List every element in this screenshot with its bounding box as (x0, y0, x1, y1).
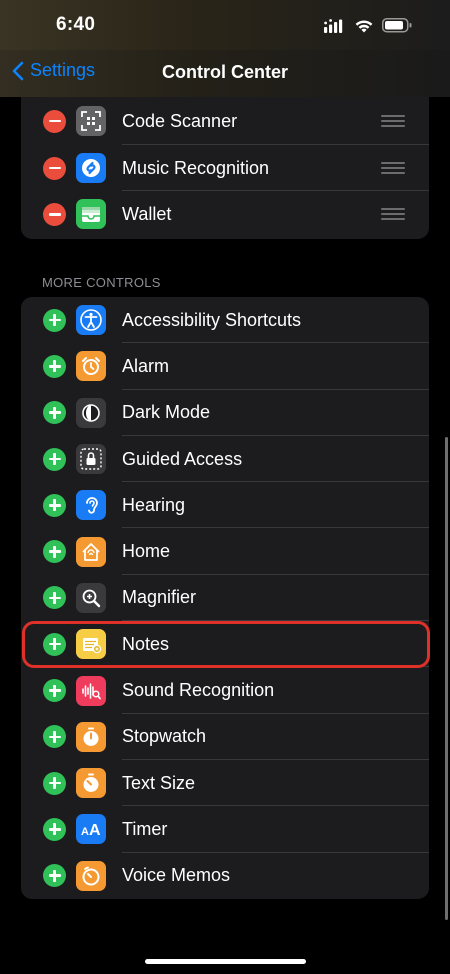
section-header: MORE CONTROLS (42, 275, 161, 290)
scrollbar[interactable] (445, 437, 448, 920)
control-label: Magnifier (122, 587, 197, 608)
qr-code-icon (76, 106, 106, 136)
list-item: Guided Access (21, 436, 429, 483)
lock-icon (76, 444, 106, 475)
status-bar: 6:40 (0, 0, 450, 50)
control-label: Alarm (122, 355, 170, 376)
ear-icon (76, 490, 106, 521)
timer-icon: AA (76, 814, 106, 845)
reorder-handle-icon[interactable] (381, 115, 405, 127)
reorder-handle-icon[interactable] (381, 162, 405, 175)
svg-text:A: A (81, 826, 89, 838)
remove-button[interactable] (43, 156, 66, 180)
battery-icon (382, 18, 412, 33)
control-label: Sound Recognition (122, 680, 275, 701)
stopwatch-icon (76, 721, 106, 752)
add-button[interactable] (43, 540, 66, 564)
control-label: Guided Access (122, 448, 243, 469)
navigation-bar: Settings Control Center (0, 50, 450, 97)
add-button[interactable] (43, 771, 66, 795)
wallet-icon (76, 199, 106, 230)
add-button[interactable] (43, 817, 66, 841)
status-icons (324, 16, 420, 36)
control-label: Timer (122, 818, 168, 839)
add-button[interactable] (43, 679, 66, 703)
add-button[interactable] (43, 354, 66, 378)
list-item: Magnifier (21, 575, 429, 622)
list-item: Home (21, 528, 429, 575)
list-item: Alarm (21, 343, 429, 390)
control-label: Music Recognition (122, 157, 270, 178)
control-label: Voice Memos (122, 865, 231, 886)
control-label: Dark Mode (122, 402, 211, 423)
list-item: Text Size (21, 760, 429, 807)
list-item: Stopwatch (21, 714, 429, 760)
add-button[interactable] (43, 725, 66, 749)
control-label: Hearing (122, 494, 186, 515)
list-item: Sound Recognition (21, 667, 429, 714)
add-button[interactable] (43, 586, 66, 610)
text-size-icon (76, 768, 106, 799)
list-item: Wallet (21, 191, 429, 237)
add-button[interactable] (43, 493, 66, 517)
sound-wave-icon (76, 675, 106, 706)
remove-button[interactable] (43, 109, 66, 133)
included-controls-list: Code Scanner Music Recognition Wallet (21, 97, 429, 239)
voice-memos-icon (76, 860, 106, 891)
list-item: Accessibility Shortcuts (21, 297, 429, 344)
add-button[interactable] (43, 308, 66, 332)
list-item: Music Recognition (21, 145, 429, 192)
add-button[interactable] (43, 401, 66, 425)
control-label: Code Scanner (122, 110, 238, 131)
wifi-icon (355, 20, 373, 33)
svg-text:A: A (89, 822, 101, 839)
list-item: Hearing (21, 482, 429, 529)
alarm-clock-icon (76, 351, 106, 382)
control-label: Accessibility Shortcuts (122, 309, 302, 330)
list-item: Voice Memos (21, 853, 429, 899)
list-item: Dark Mode (21, 390, 429, 436)
accessibility-icon (76, 305, 106, 336)
add-button[interactable] (43, 864, 66, 888)
remove-button[interactable] (43, 202, 66, 226)
page-title: Control Center (162, 62, 288, 82)
more-controls-list: Accessibility Shortcuts Alarm Dark Mode … (21, 297, 429, 899)
control-label: Stopwatch (122, 726, 207, 747)
add-button[interactable] (43, 447, 66, 471)
home-indicator[interactable] (145, 959, 306, 964)
status-time: 6:40 (56, 14, 96, 35)
control-label: Home (122, 541, 171, 562)
notes-highlight-outline (22, 621, 430, 668)
house-icon (76, 536, 106, 567)
cellular-signal-icon (324, 19, 343, 33)
list-item: Code Scanner (21, 97, 429, 145)
list-item: AA Timer (21, 806, 429, 853)
shazam-icon (76, 153, 106, 184)
reorder-handle-icon[interactable] (381, 208, 405, 221)
magnifier-icon (76, 582, 106, 613)
control-label: Text Size (122, 772, 196, 793)
control-label: Wallet (122, 203, 172, 224)
dark-mode-icon (76, 397, 106, 428)
